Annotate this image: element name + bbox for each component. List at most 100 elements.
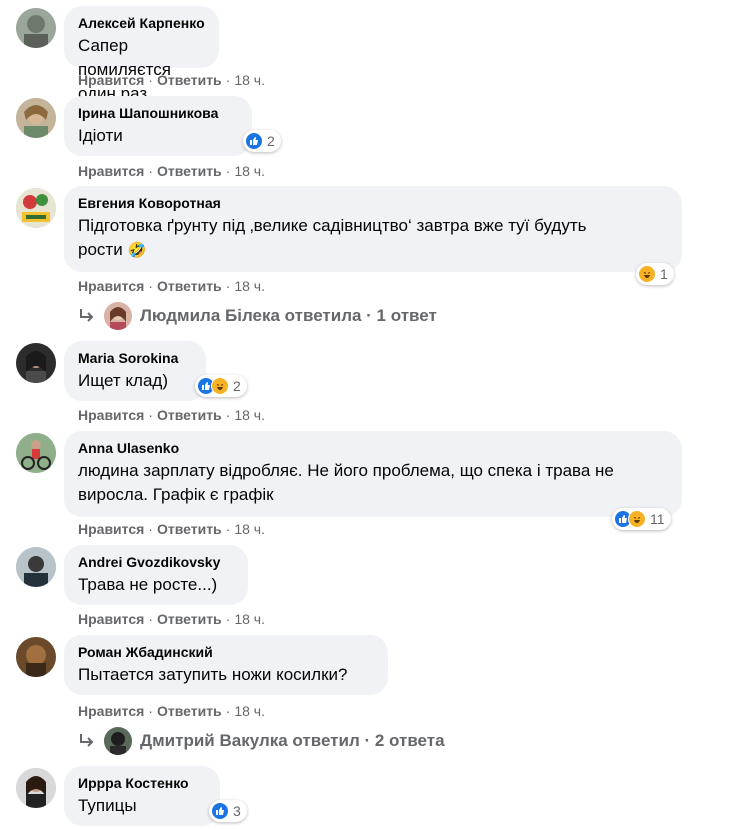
comment-author[interactable]: Anna Ulasenko <box>78 439 668 457</box>
reply-link[interactable]: Ответить <box>157 163 222 179</box>
comment-actions: Нравится · Ответить · 18 ч. <box>78 610 265 628</box>
comment-author[interactable]: Евгения Коворотная <box>78 194 668 212</box>
comment-bubble: Алексей Карпенко Сапер помиляєтся один р… <box>64 6 219 103</box>
like-link[interactable]: Нравится <box>78 163 144 179</box>
comment-author[interactable]: Andrei Gvozdikovsky <box>78 553 234 571</box>
comment-actions: Нравится · Ответить · 18 ч. <box>78 162 265 180</box>
comment-text: Ищет клад) <box>78 371 168 390</box>
reaction-summary[interactable]: 2 <box>243 130 281 152</box>
rofl-emoji: 🤣 <box>127 242 147 259</box>
comment-bubble: Anna Ulasenko людина зарплату відробляє.… <box>64 431 682 517</box>
comment-author[interactable]: Иррра Костенко <box>78 774 206 792</box>
comment-time[interactable]: 18 ч. <box>234 163 265 179</box>
reaction-summary[interactable]: 2 <box>195 375 247 397</box>
comment-actions: Нравится · Ответить · 18 ч. <box>78 71 265 89</box>
reply-link[interactable]: Ответить <box>157 407 222 423</box>
comment-text-line: виросла. Графік є графік <box>78 485 274 504</box>
comment-time[interactable]: 18 ч. <box>234 611 265 627</box>
replies-summary[interactable]: Дмитрий Вакулка ответил · 2 ответа <box>140 731 445 751</box>
comment-bubble: Maria Sorokina Ищет клад) <box>64 341 206 401</box>
view-replies-link[interactable]: Людмила Білека ответила · 1 ответ <box>78 302 437 330</box>
reaction-count: 3 <box>233 803 241 819</box>
reply-link[interactable]: Ответить <box>157 703 222 719</box>
separator: · <box>225 163 231 179</box>
reaction-summary[interactable]: 11 <box>612 508 671 530</box>
haha-icon <box>638 265 656 283</box>
reaction-count: 2 <box>233 378 241 394</box>
comment-text-line: людина зарплату відробляє. Не його пробл… <box>78 461 614 480</box>
avatar[interactable] <box>16 547 56 587</box>
like-link[interactable]: Нравится <box>78 407 144 423</box>
comment-bubble: Andrei Gvozdikovsky Трава не росте...) <box>64 545 248 605</box>
like-link[interactable]: Нравится <box>78 611 144 627</box>
avatar[interactable] <box>16 98 56 138</box>
reply-arrow-icon <box>80 734 94 747</box>
comment-time[interactable]: 18 ч. <box>234 407 265 423</box>
comment-bubble: Роман Жбадинский Пытается затупить ножи … <box>64 635 388 695</box>
separator: · <box>148 278 153 294</box>
comment-actions: Нравится · Ответить · 18 ч. <box>78 702 265 720</box>
like-link[interactable]: Нравится <box>78 72 144 88</box>
reply-link[interactable]: Ответить <box>157 278 222 294</box>
avatar[interactable] <box>16 637 56 677</box>
separator: · <box>148 72 153 88</box>
separator: · <box>148 611 153 627</box>
replies-summary[interactable]: Людмила Білека ответила · 1 ответ <box>140 306 437 326</box>
haha-icon <box>211 377 229 395</box>
separator: · <box>225 521 231 537</box>
comment-text: Ідіоти <box>78 126 123 145</box>
comment-text: Тупицы <box>78 796 137 815</box>
comment-text: людина зарплату відробляє. Не його пробл… <box>78 459 668 507</box>
comment-author[interactable]: Ірина Шапошникова <box>78 104 238 122</box>
reaction-count: 2 <box>267 133 275 149</box>
avatar[interactable] <box>16 768 56 808</box>
like-link[interactable]: Нравится <box>78 703 144 719</box>
comment-time[interactable]: 18 ч. <box>234 278 265 294</box>
separator: · <box>148 407 153 423</box>
separator: · <box>148 521 153 537</box>
avatar[interactable] <box>16 433 56 473</box>
separator: · <box>225 278 231 294</box>
reply-link[interactable]: Ответить <box>157 611 222 627</box>
separator: · <box>148 703 153 719</box>
reply-link[interactable]: Ответить <box>157 521 222 537</box>
comment-text: Пытается затупить ножи косилки? <box>78 665 348 684</box>
comment-bubble: Евгения Коворотная Підготовка ґрунту під… <box>64 186 682 272</box>
reaction-count: 1 <box>660 266 668 282</box>
separator: · <box>225 611 231 627</box>
reaction-summary[interactable]: 3 <box>209 800 247 822</box>
separator: · <box>225 72 231 88</box>
comment-bubble: Ірина Шапошникова Ідіоти <box>64 96 252 156</box>
comment-time[interactable]: 18 ч. <box>234 703 265 719</box>
reply-arrow-icon <box>80 309 94 322</box>
comment-actions: Нравится · Ответить · 18 ч. <box>78 406 265 424</box>
separator: · <box>225 407 231 423</box>
comment-time[interactable]: 18 ч. <box>234 72 265 88</box>
separator: · <box>225 703 231 719</box>
like-icon <box>245 132 263 150</box>
comment-bubble: Иррра Костенко Тупицы <box>64 766 220 826</box>
avatar[interactable] <box>16 343 56 383</box>
haha-icon <box>628 510 646 528</box>
comment-actions: Нравится · Ответить · 18 ч. <box>78 277 265 295</box>
avatar[interactable] <box>16 188 56 228</box>
like-icon <box>211 802 229 820</box>
reaction-summary[interactable]: 1 <box>636 263 674 285</box>
avatar <box>104 727 132 755</box>
comment-text-line: рости <box>78 240 123 259</box>
like-link[interactable]: Нравится <box>78 521 144 537</box>
like-link[interactable]: Нравится <box>78 278 144 294</box>
comment-author[interactable]: Алексей Карпенко <box>78 14 205 32</box>
comment-time[interactable]: 18 ч. <box>234 521 265 537</box>
comment-author[interactable]: Роман Жбадинский <box>78 643 374 661</box>
comment-actions: Нравится · Ответить · 18 ч. <box>78 520 265 538</box>
avatar[interactable] <box>16 8 56 48</box>
comment-author[interactable]: Maria Sorokina <box>78 349 192 367</box>
comment-text: Підготовка ґрунту під ‚велике садівництв… <box>78 214 668 263</box>
reaction-count: 11 <box>650 511 665 527</box>
view-replies-link[interactable]: Дмитрий Вакулка ответил · 2 ответа <box>78 727 445 755</box>
separator: · <box>148 163 153 179</box>
reply-link[interactable]: Ответить <box>157 72 222 88</box>
avatar <box>104 302 132 330</box>
comment-text-line: Підготовка ґрунту під ‚велике садівництв… <box>78 216 587 235</box>
